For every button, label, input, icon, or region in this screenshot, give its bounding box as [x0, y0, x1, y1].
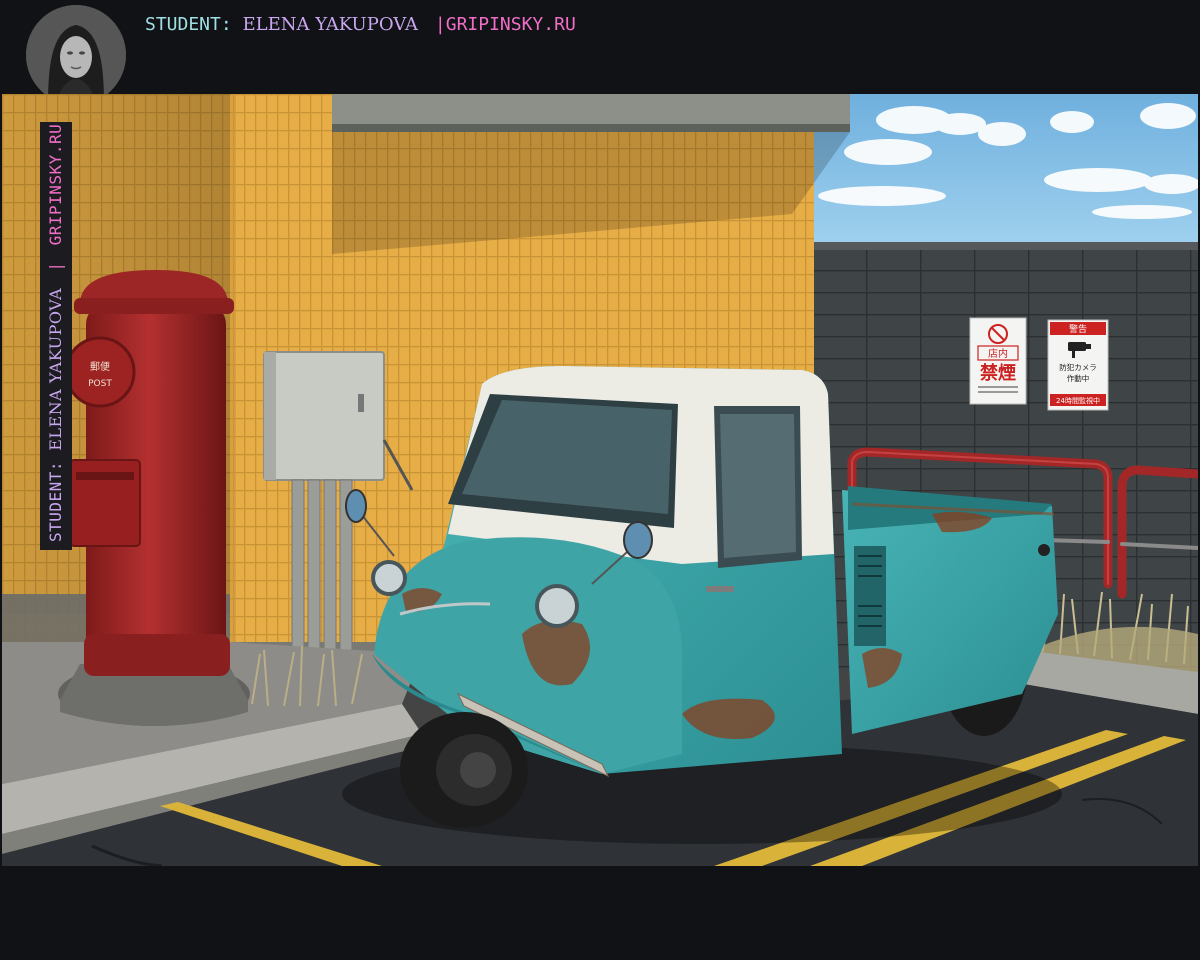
- camera-sign-line: 防犯カメラ: [1059, 362, 1097, 372]
- side-site: GRIPINSKY.RU: [46, 123, 65, 246]
- no-smoking-line2: 禁煙: [980, 362, 1016, 384]
- postbox-label-jp: 郵便: [90, 360, 110, 373]
- side-student-name: ELENA YAKUPOVA: [46, 287, 65, 451]
- avatar-portrait: [26, 5, 126, 105]
- camera-sign-title: 警告: [1069, 323, 1087, 335]
- no-smoking-sign: 店内 禁煙: [969, 317, 1027, 405]
- header-separator: |: [434, 14, 446, 35]
- render-scene: 店内 禁煙 警告 防犯カメラ 作動中 24時間監視中 郵便 POST: [2, 94, 1198, 866]
- side-credit-text: STUDENT: ELENA YAKUPOVA | GRIPINSKY.RU: [46, 123, 65, 542]
- header-credit: STUDENT: ELENA YAKUPOVA |GRIPINSKY.RU: [145, 14, 576, 35]
- headlight-left: [371, 560, 407, 596]
- header-student-label: STUDENT:: [145, 14, 232, 35]
- mirror-left: [345, 489, 367, 523]
- postbox-label-en: POST: [88, 379, 112, 389]
- camera-sign-bottom: 24時間監視中: [1056, 396, 1100, 405]
- camera-sign-line2: 作動中: [1067, 373, 1090, 383]
- security-camera-sign: 警告 防犯カメラ 作動中 24時間監視中: [1047, 319, 1109, 411]
- side-student-label: STUDENT:: [46, 460, 65, 542]
- side-separator: |: [46, 261, 65, 272]
- header-student-name: ELENA YAKUPOVA: [242, 14, 419, 35]
- headlight-right: [535, 584, 579, 628]
- header-site: GRIPINSKY.RU: [445, 14, 576, 35]
- red-post-box: 郵便 POST: [58, 270, 250, 726]
- header-bar: STUDENT: ELENA YAKUPOVA |GRIPINSKY.RU: [0, 0, 1200, 105]
- no-smoking-line1: 店内: [988, 347, 1008, 360]
- mirror-right: [623, 521, 653, 559]
- avatar: [26, 5, 126, 105]
- scene-illustration: 店内 禁煙 警告 防犯カメラ 作動中 24時間監視中 郵便 POST: [2, 94, 1198, 866]
